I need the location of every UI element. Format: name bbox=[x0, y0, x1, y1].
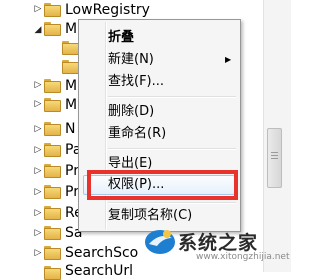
menu-separator bbox=[108, 202, 236, 204]
menu-item-delete[interactable]: 删除(D) bbox=[108, 104, 154, 120]
menu-item-new[interactable]: 新建(N) bbox=[108, 52, 154, 68]
expand-arrow-icon[interactable]: ▷ bbox=[33, 80, 43, 90]
red-highlight-box bbox=[87, 170, 238, 200]
tree-node-label[interactable]: SearchUrl bbox=[65, 263, 133, 279]
folder-icon bbox=[44, 79, 61, 93]
expand-arrow-icon[interactable]: ▷ bbox=[33, 208, 43, 218]
folder-icon bbox=[62, 41, 79, 55]
folder-icon bbox=[44, 266, 61, 280]
folder-icon bbox=[44, 98, 61, 112]
folder-icon bbox=[44, 246, 61, 260]
expand-arrow-icon[interactable]: ▷ bbox=[33, 145, 43, 155]
folder-icon bbox=[44, 3, 61, 17]
expand-arrow-icon[interactable]: ▷ bbox=[33, 4, 43, 14]
folder-icon bbox=[44, 164, 61, 178]
watermark-url: www.xitongzhijia.net bbox=[196, 252, 290, 262]
folder-icon bbox=[44, 143, 61, 157]
scrollbar-grip bbox=[271, 152, 278, 153]
expand-arrow-icon[interactable]: ▷ bbox=[33, 166, 43, 176]
expand-arrow-icon[interactable]: ▷ bbox=[33, 228, 43, 238]
submenu-arrow-icon: ▶ bbox=[225, 55, 232, 64]
tree-node-label[interactable]: Pr bbox=[65, 163, 79, 179]
watermark-text: 系统之家 bbox=[178, 232, 259, 254]
expand-arrow-icon[interactable]: ▷ bbox=[33, 99, 43, 109]
menu-item-copy-key-name[interactable]: 复制项名称(C) bbox=[108, 208, 192, 224]
folder-icon bbox=[44, 185, 61, 199]
folder-icon bbox=[44, 206, 61, 220]
folder-icon bbox=[62, 60, 79, 74]
tree-node-label[interactable]: N bbox=[65, 121, 75, 137]
menu-item-find[interactable]: 查找(F)... bbox=[108, 74, 164, 90]
tree-node-label[interactable]: M bbox=[65, 97, 77, 113]
menu-separator bbox=[108, 96, 236, 98]
expand-arrow-icon[interactable]: ▷ bbox=[33, 187, 43, 197]
folder-icon bbox=[44, 122, 61, 136]
tree-node-label[interactable]: SearchSco bbox=[65, 245, 138, 261]
expand-arrow-icon[interactable]: ▷ bbox=[33, 124, 43, 134]
tree-node-label[interactable]: M bbox=[65, 78, 77, 94]
scrollbar-grip bbox=[271, 158, 278, 159]
tree-node-label[interactable]: Pr bbox=[65, 184, 79, 200]
scrollbar-grip bbox=[271, 155, 278, 156]
menu-item-rename[interactable]: 重命名(R) bbox=[108, 126, 166, 142]
folder-icon bbox=[44, 22, 61, 36]
menu-separator bbox=[108, 148, 236, 150]
expand-arrow-icon[interactable]: ▷ bbox=[33, 248, 43, 258]
watermark-logo-icon bbox=[145, 230, 175, 254]
tree-node-label[interactable]: LowRegistry bbox=[65, 2, 150, 18]
collapse-arrow-icon[interactable]: ◢ bbox=[33, 25, 43, 35]
folder-icon bbox=[44, 226, 61, 240]
menu-item-collapse[interactable]: 折叠 bbox=[108, 30, 134, 46]
